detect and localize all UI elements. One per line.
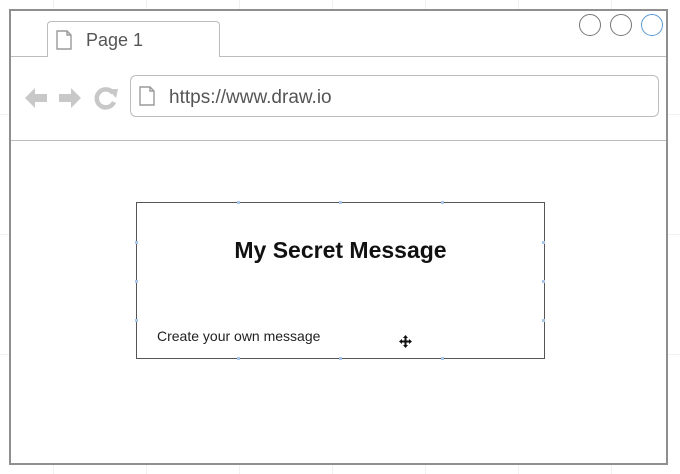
maximize-circle-icon[interactable]	[610, 14, 632, 36]
move-cursor-icon	[399, 335, 412, 348]
tab-label: Page 1	[86, 30, 144, 50]
resize-handle[interactable]	[542, 241, 545, 244]
browser-mockup[interactable]: Page 1 https://www.draw.io My Secret Mes…	[9, 9, 668, 465]
resize-handle[interactable]	[441, 357, 444, 360]
minimize-circle-icon[interactable]	[579, 14, 601, 36]
resize-handle[interactable]	[135, 319, 138, 322]
close-circle-icon[interactable]	[641, 14, 663, 36]
address-bar[interactable]: https://www.draw.io	[130, 75, 659, 117]
forward-arrow-icon[interactable]	[57, 85, 83, 111]
resize-handle[interactable]	[237, 357, 240, 360]
page-icon	[139, 86, 155, 106]
tab-strip-line	[11, 56, 48, 57]
card-title: My Secret Message	[234, 237, 447, 263]
reload-icon[interactable]	[93, 85, 119, 111]
resize-handle[interactable]	[135, 280, 138, 283]
resize-handle[interactable]	[339, 357, 342, 360]
card-subtitle: Create your own message	[157, 328, 321, 344]
resize-handle[interactable]	[542, 280, 545, 283]
resize-handle[interactable]	[542, 319, 545, 322]
page-icon	[56, 30, 72, 50]
header-divider	[11, 140, 666, 141]
tab-strip-line	[219, 56, 666, 57]
resize-handle[interactable]	[237, 201, 240, 204]
message-card[interactable]: My Secret Message Create your own messag…	[135, 201, 545, 360]
tab-page-1[interactable]: Page 1	[47, 21, 220, 57]
back-arrow-icon[interactable]	[23, 85, 49, 111]
resize-handle[interactable]	[339, 201, 342, 204]
resize-handle[interactable]	[135, 241, 138, 244]
resize-handle[interactable]	[441, 201, 444, 204]
url-text[interactable]: https://www.draw.io	[169, 87, 332, 109]
